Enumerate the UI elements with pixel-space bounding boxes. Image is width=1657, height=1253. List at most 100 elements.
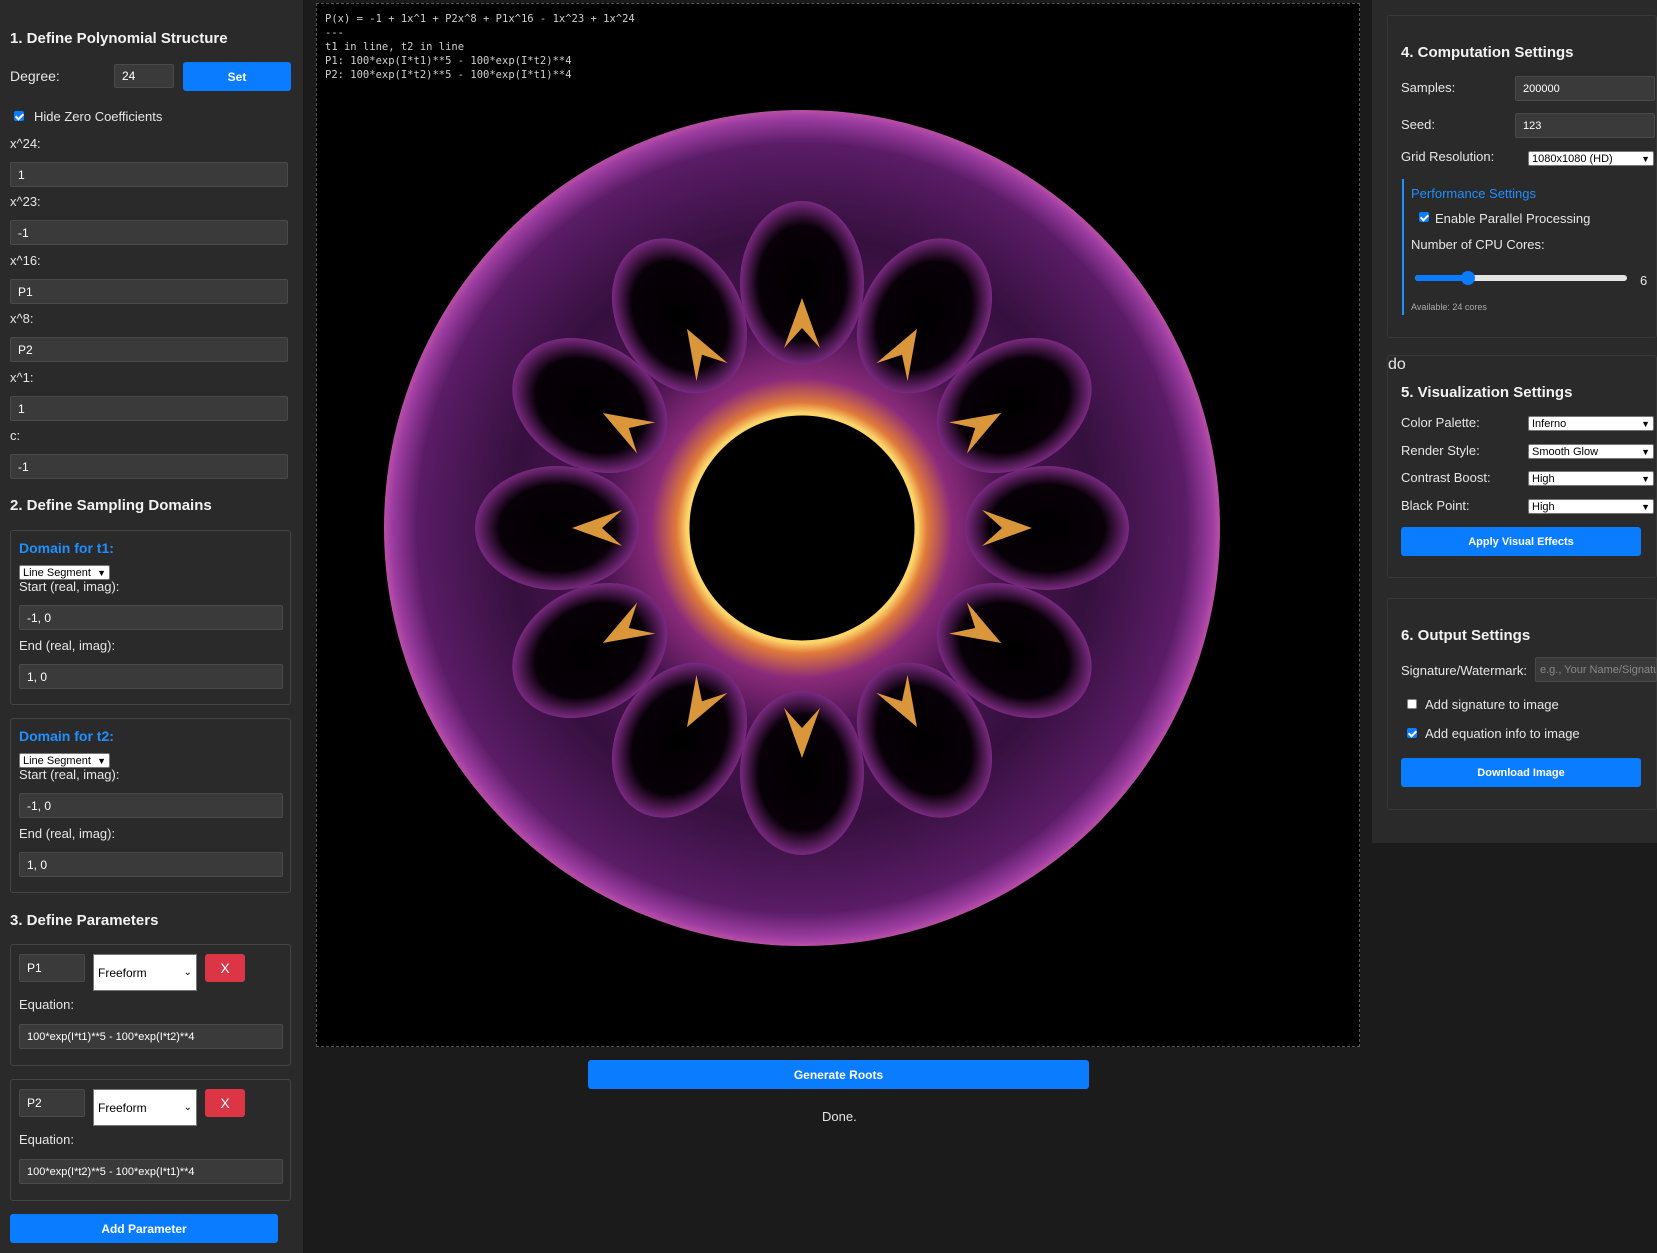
download-image-button[interactable]: Download Image xyxy=(1401,758,1641,787)
param-name-input[interactable]: P2 xyxy=(19,1089,85,1117)
seed-input[interactable]: 123 xyxy=(1515,113,1655,138)
select-value: Line Segment xyxy=(23,754,91,767)
degree-label: Degree: xyxy=(10,68,60,84)
add-equation-checkbox[interactable] xyxy=(1407,728,1417,738)
signature-input[interactable]: e.g., Your Name/Signatu xyxy=(1535,657,1657,682)
cpu-cores-slider-track[interactable] xyxy=(1415,271,1627,285)
chevron-down-icon: ▼ xyxy=(1641,153,1650,164)
status-text: Done. xyxy=(822,1109,857,1124)
section-title-computation: 4. Computation Settings xyxy=(1401,44,1574,61)
right-panel: 4. Computation Settings Samples: 200000 … xyxy=(1372,0,1657,843)
domain-t2-box: Domain for t2: Line Segment ▼ Start (real… xyxy=(10,718,291,893)
petal-lobe xyxy=(965,466,1129,590)
cpu-cores-value: 6 xyxy=(1640,273,1648,288)
coef-label: x^16: xyxy=(10,253,41,268)
param-equation-input[interactable]: 100*exp(I*t1)**5 - 100*exp(I*t2)**4 xyxy=(19,1024,283,1049)
inner-void xyxy=(686,412,918,644)
start-label: Start (real, imag): xyxy=(19,767,120,782)
seed-label: Seed: xyxy=(1401,117,1435,132)
start-label: Start (real, imag): xyxy=(19,579,120,594)
coef-input[interactable]: 1 xyxy=(10,162,288,187)
domain-t1-box: Domain for t1: Line Segment ▼ Start (real… xyxy=(10,530,291,705)
domain-t1-start-input[interactable]: -1, 0 xyxy=(19,605,283,630)
section-title-visualization: 5. Visualization Settings xyxy=(1401,384,1573,401)
contrast-boost-label: Contrast Boost: xyxy=(1401,470,1491,485)
chevron-down-icon: ▼ xyxy=(97,755,106,766)
hide-zero-checkbox[interactable] xyxy=(14,111,24,121)
param-mode-select[interactable]: Freeform ⌄ xyxy=(93,1089,197,1126)
grid-resolution-select[interactable]: 1080x1080 (HD) ▼ xyxy=(1528,151,1654,166)
chevron-down-icon: ▼ xyxy=(97,567,106,578)
chevron-down-icon: ⌄ xyxy=(183,967,192,978)
root-density-plot xyxy=(384,110,1220,946)
chevron-down-icon: ▼ xyxy=(1641,501,1650,512)
generate-roots-button[interactable]: Generate Roots xyxy=(588,1060,1089,1089)
available-cores-text: Available: 24 cores xyxy=(1411,302,1487,312)
domain-t2-start-input[interactable]: -1, 0 xyxy=(19,793,283,818)
domain-t1-type-select[interactable]: Line Segment ▼ xyxy=(19,565,110,580)
visualization-settings-card: 5. Visualization Settings Color Palette:… xyxy=(1387,355,1657,578)
domain-t2-end-input[interactable]: 1, 0 xyxy=(19,852,283,877)
set-degree-button[interactable]: Set xyxy=(183,62,291,91)
chevron-down-icon: ⌄ xyxy=(183,1102,192,1113)
param-name-input[interactable]: P1 xyxy=(19,954,85,982)
add-parameter-button[interactable]: Add Parameter xyxy=(10,1214,278,1243)
remove-param-button[interactable]: X xyxy=(205,954,245,982)
black-point-select[interactable]: High ▼ xyxy=(1528,499,1654,514)
equation-label: Equation: xyxy=(19,997,74,1012)
param-equation-input[interactable]: 100*exp(I*t2)**5 - 100*exp(I*t1)**4 xyxy=(19,1159,283,1184)
apply-visual-effects-button[interactable]: Apply Visual Effects xyxy=(1401,527,1641,556)
add-equation-label: Add equation info to image xyxy=(1425,726,1580,741)
root-plot-canvas: P(x) = -1 + 1x^1 + P2x^8 + P1x^16 - 1x^2… xyxy=(316,3,1360,1047)
equation-label: Equation: xyxy=(19,1132,74,1147)
coef-label: c: xyxy=(10,428,21,443)
samples-input[interactable]: 200000 xyxy=(1515,76,1655,101)
parameter-card: P1 Freeform ⌄ X Equation: 100*exp(I*t1)**… xyxy=(10,944,291,1066)
coef-input[interactable]: P2 xyxy=(10,337,288,362)
hide-zero-label: Hide Zero Coefficients xyxy=(34,109,163,124)
coef-label: x^1: xyxy=(10,370,34,385)
parallel-processing-checkbox[interactable] xyxy=(1419,212,1429,222)
color-palette-label: Color Palette: xyxy=(1401,415,1480,430)
chevron-down-icon: ▼ xyxy=(1641,473,1650,484)
render-style-select[interactable]: Smooth Glow ▼ xyxy=(1528,444,1654,459)
black-point-label: Black Point: xyxy=(1401,498,1470,513)
end-label: End (real, imag): xyxy=(19,826,116,841)
coef-input[interactable]: -1 xyxy=(10,454,288,479)
coef-input[interactable]: -1 xyxy=(10,220,288,245)
contrast-boost-select[interactable]: High ▼ xyxy=(1528,471,1654,486)
samples-label: Samples: xyxy=(1401,80,1456,95)
petal-lobe xyxy=(740,201,864,365)
select-value: Freeform xyxy=(98,1100,147,1115)
coef-input[interactable]: 1 xyxy=(10,396,288,421)
add-signature-checkbox[interactable] xyxy=(1407,699,1417,709)
petal-lobe xyxy=(740,691,864,855)
select-value: Smooth Glow xyxy=(1532,445,1599,458)
cpu-cores-slider-thumb[interactable] xyxy=(1461,271,1475,285)
coef-label: x^23: xyxy=(10,194,41,209)
petal-shape xyxy=(965,466,1129,590)
domain-t1-end-input[interactable]: 1, 0 xyxy=(19,664,283,689)
param-mode-select[interactable]: Freeform ⌄ xyxy=(93,954,197,991)
petal-shape xyxy=(740,691,864,855)
domain-t2-type-select[interactable]: Line Segment ▼ xyxy=(19,753,110,768)
parallel-processing-label: Enable Parallel Processing xyxy=(1435,211,1591,226)
section-title-polynomial: 1. Define Polynomial Structure xyxy=(10,30,228,47)
performance-accent-bar xyxy=(1402,179,1404,315)
remove-param-button[interactable]: X xyxy=(205,1089,245,1117)
domain-t1-title: Domain for t1: xyxy=(19,540,114,556)
coef-label: x^8: xyxy=(10,311,34,326)
cpu-cores-label: Number of CPU Cores: xyxy=(1411,237,1545,252)
select-value: 1080x1080 (HD) xyxy=(1532,152,1613,165)
coef-label: x^24: xyxy=(10,136,41,151)
domain-t2-title: Domain for t2: xyxy=(19,728,114,744)
equation-info-overlay: P(x) = -1 + 1x^1 + P2x^8 + P1x^16 - 1x^2… xyxy=(325,13,635,81)
parameter-card: P2 Freeform ⌄ X Equation: 100*exp(I*t2)**… xyxy=(10,1079,291,1201)
left-panel: 1. Define Polynomial Structure Degree: 2… xyxy=(0,0,303,1253)
coef-input[interactable]: P1 xyxy=(10,279,288,304)
degree-input[interactable]: 24 xyxy=(114,64,174,88)
color-palette-select[interactable]: Inferno ▼ xyxy=(1528,416,1654,431)
section-title-domains: 2. Define Sampling Domains xyxy=(10,497,212,514)
select-value: Inferno xyxy=(1532,417,1567,430)
select-value: High xyxy=(1532,472,1555,485)
